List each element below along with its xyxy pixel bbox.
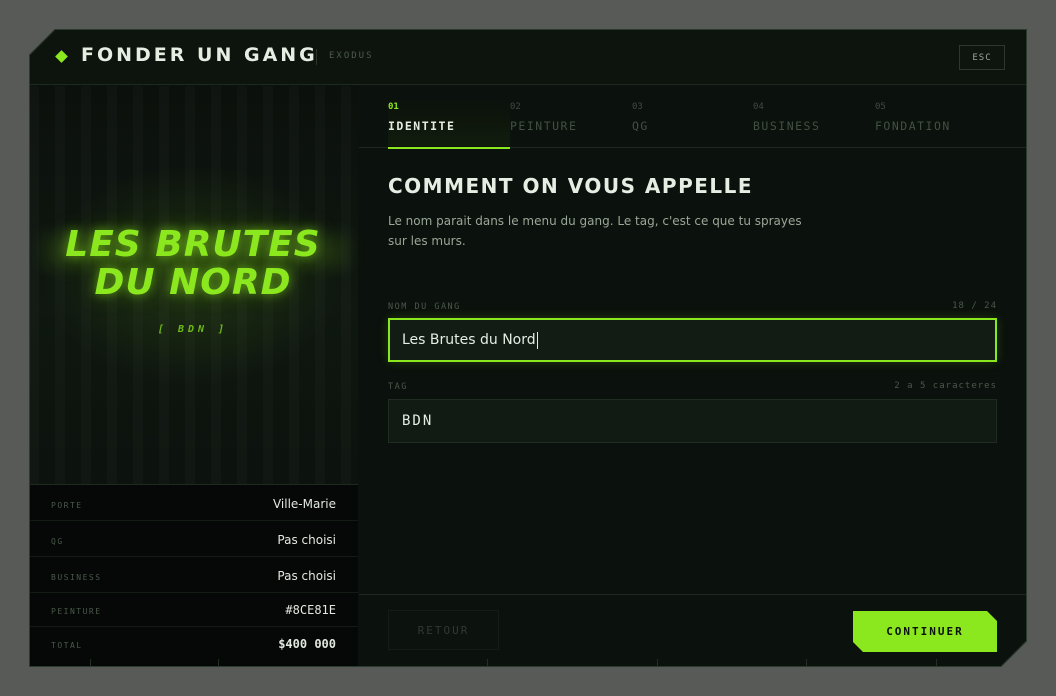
tab-fondation[interactable]: 05 FONDATION	[875, 86, 997, 148]
form-description: Le nom parait dans le menu du gang. Le t…	[388, 214, 802, 248]
panel-header: FONDER UN GANG EXODUS ESC	[29, 29, 1027, 85]
summary-value: Pas choisi	[277, 569, 336, 583]
escape-button[interactable]: ESC	[959, 45, 1005, 70]
gang-tag-preview: [ BDN ]	[157, 324, 229, 335]
tab-number: 02	[510, 102, 521, 112]
summary-row-business: BUSINESS Pas choisi	[29, 557, 358, 593]
decorative-tick	[90, 659, 91, 667]
panel-title: FONDER UN GANG	[81, 44, 318, 66]
tab-number: 01	[388, 102, 399, 112]
summary-row-total: TOTAL $400 000	[29, 625, 358, 661]
summary-key: TOTAL	[51, 641, 83, 650]
decorative-tick	[218, 659, 219, 667]
summary-value: Pas choisi	[277, 533, 336, 547]
tab-peinture[interactable]: 02 PEINTURE	[510, 86, 632, 148]
summary-value: Ville-Marie	[272, 497, 336, 511]
panel-subtitle: EXODUS	[329, 51, 374, 61]
summary-key: BUSINESS	[51, 573, 102, 582]
gang-name-preview: LES BRUTES DU NORD	[65, 224, 321, 303]
tab-label: BUSINESS	[753, 119, 821, 133]
summary-row-qg: QG Pas choisi	[29, 521, 358, 557]
form-footer: RETOUR CONTINUER	[359, 594, 1027, 667]
tab-label: PEINTURE	[510, 119, 578, 133]
tab-label: FONDATION	[875, 119, 951, 133]
gang-preview: LES BRUTES DU NORD [ BDN ]	[29, 86, 358, 484]
tab-number: 03	[632, 102, 643, 112]
step-tabs: 01 IDENTITE 02 PEINTURE 03 QG 04 BUSINES…	[359, 86, 1027, 148]
tab-qg[interactable]: 03 QG	[632, 86, 754, 148]
back-button[interactable]: RETOUR	[388, 610, 499, 650]
summary-row-peinture: PEINTURE #8CE81E	[29, 591, 358, 627]
summary-key: PEINTURE	[51, 607, 102, 616]
tab-business[interactable]: 04 BUSINESS	[753, 86, 875, 148]
summary-row-porte: PORTE Ville-Marie	[29, 485, 358, 521]
tab-identite[interactable]: 01 IDENTITE	[388, 86, 510, 148]
tab-number: 04	[753, 102, 764, 112]
tab-number: 05	[875, 102, 886, 112]
tag-value: BDN	[402, 413, 434, 429]
tag-label: TAG	[388, 382, 408, 392]
title-divider	[316, 49, 317, 65]
summary-key: PORTE	[51, 501, 83, 510]
continue-button[interactable]: CONTINUER	[853, 611, 997, 652]
right-column: 01 IDENTITE 02 PEINTURE 03 QG 04 BUSINES…	[359, 86, 1027, 667]
form-heading: COMMENT ON VOUS APPELLE	[388, 174, 754, 198]
tag-hint: 2 a 5 caracteres	[894, 381, 997, 391]
tab-label: QG	[632, 119, 649, 133]
gang-name-input[interactable]: Les Brutes du Nord	[388, 318, 997, 362]
decorative-tick	[936, 659, 937, 667]
summary-total-value: $400 000	[278, 637, 336, 651]
decorative-tick	[487, 659, 488, 667]
gang-name-label: NOM DU GANG	[388, 302, 461, 312]
summary-value: #8CE81E	[285, 603, 336, 617]
tab-label: IDENTITE	[388, 119, 456, 133]
tag-input[interactable]: BDN	[388, 399, 997, 443]
gang-name-value: Les Brutes du Nord	[402, 332, 536, 348]
summary-list: PORTE Ville-Marie QG Pas choisi BUSINESS…	[29, 484, 358, 667]
gang-name-counter: 18 / 24	[952, 301, 997, 311]
gang-creation-panel: FONDER UN GANG EXODUS ESC LES BRUTES DU …	[29, 29, 1027, 667]
decorative-tick	[806, 659, 807, 667]
text-caret	[537, 332, 538, 349]
decorative-tick	[657, 659, 658, 667]
summary-key: QG	[51, 537, 64, 546]
diamond-icon	[55, 50, 68, 63]
left-column: LES BRUTES DU NORD [ BDN ] PORTE Ville-M…	[29, 86, 358, 667]
